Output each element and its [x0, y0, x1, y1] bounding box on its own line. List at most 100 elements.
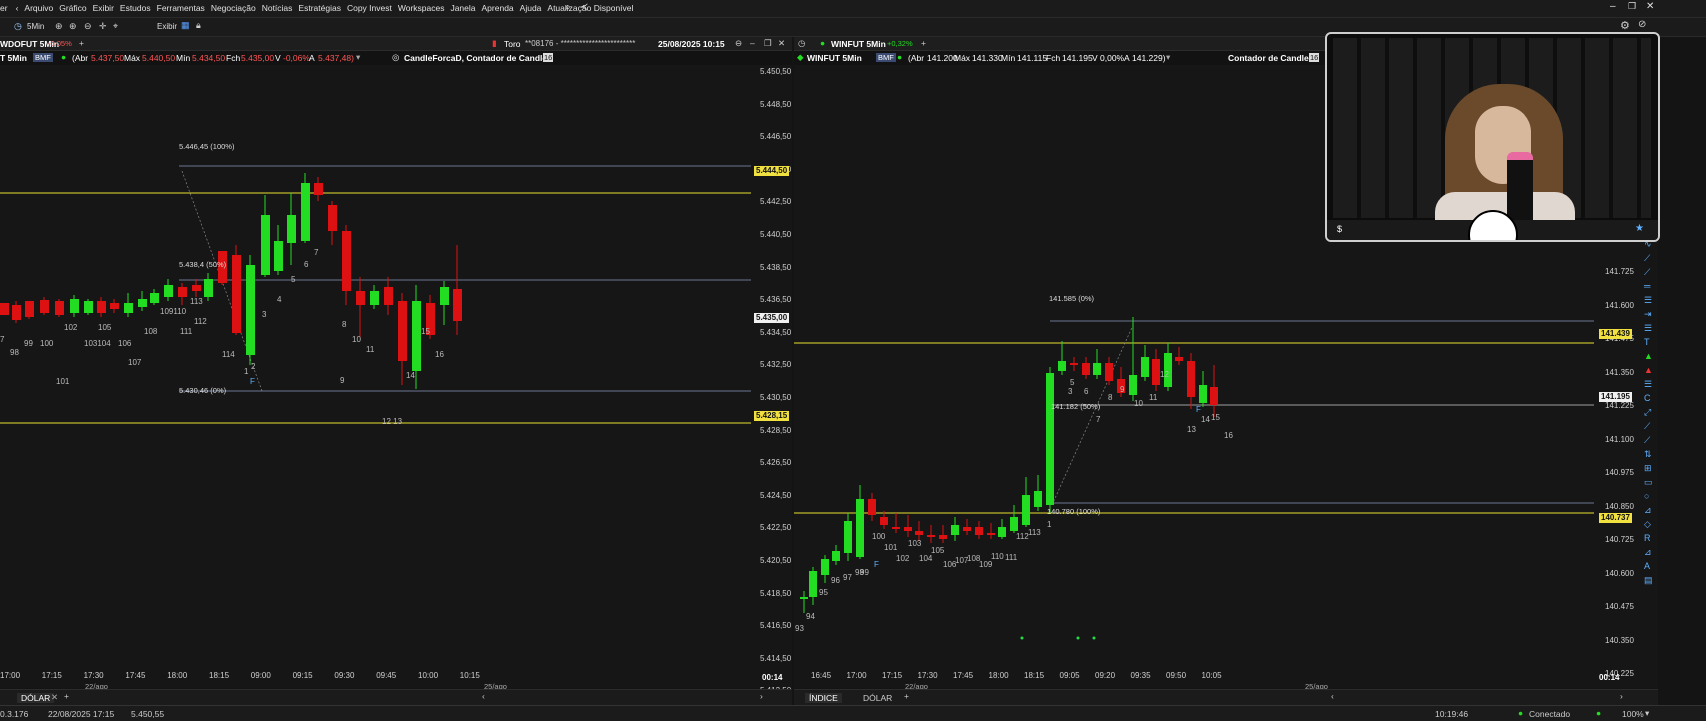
left-bottom-tab-close-icon[interactable]: ✕	[51, 692, 58, 703]
menu-item-0[interactable]: er	[0, 3, 8, 13]
menu-item-10[interactable]: Workspaces	[398, 3, 445, 13]
menu-item-9[interactable]: Copy Invest	[347, 3, 392, 13]
left-status-dot: ●	[61, 52, 67, 62]
zoom-out-icon[interactable]: ⊖	[84, 21, 92, 32]
zoom-in-icon-2[interactable]: ⊕	[69, 21, 77, 32]
drawing-tool-icon[interactable]: C	[1644, 393, 1651, 403]
right-bottom-tab-indice[interactable]: ÍNDICE	[805, 693, 842, 703]
left-study-eye-icon[interactable]: ◎	[392, 52, 399, 63]
drawing-tool-icon[interactable]: R	[1644, 533, 1651, 543]
left-add-tab-icon[interactable]: +	[79, 38, 84, 48]
right-candle-count-label: 109	[979, 560, 993, 569]
right-add-tab-icon[interactable]: +	[921, 38, 926, 48]
menu-item-13[interactable]: Ajuda	[520, 3, 542, 13]
left-candle-body	[97, 301, 106, 313]
pin-icon[interactable]: ⊘	[1638, 19, 1646, 30]
left-candle-body	[314, 183, 323, 195]
broker-name: Toro	[504, 39, 521, 49]
minimize-icon[interactable]: –	[1610, 1, 1616, 12]
close-icon[interactable]: ✕	[1646, 1, 1654, 12]
back-icon[interactable]: ‹	[16, 3, 19, 13]
drawing-tool-icon[interactable]: ▤	[1644, 575, 1653, 586]
status-connection-dot: ●	[1518, 708, 1524, 718]
menu-item-12[interactable]: Aprenda	[482, 3, 514, 13]
drawing-tool-icon[interactable]: ⊿	[1644, 505, 1652, 516]
menu-item-5[interactable]: Ferramentas	[157, 3, 205, 13]
drawing-tool-icon[interactable]: ▲	[1644, 365, 1653, 375]
right-clock-icon[interactable]: ◷	[798, 38, 805, 49]
left-study-settings-icon[interactable]: ▾	[356, 52, 360, 63]
left-scroll-right-icon[interactable]: ›	[760, 691, 763, 701]
drawing-tool-icon[interactable]: ⟋	[1644, 253, 1650, 264]
right-fib-top-label: 141.585 (0%)	[1049, 294, 1095, 303]
menu-item-6[interactable]: Negociação	[211, 3, 256, 13]
interval-button[interactable]: 5Min	[27, 22, 44, 31]
drawing-tool-icon[interactable]: ☰	[1644, 295, 1652, 306]
right-bottom-add-tab-icon[interactable]: +	[904, 691, 909, 701]
left-y-label: 5.418,50	[760, 588, 792, 598]
crosshair-icon[interactable]: ⌖	[113, 21, 118, 32]
right-study-settings-icon[interactable]: ▾	[1166, 52, 1170, 63]
right-x-label: 16:45	[811, 671, 832, 680]
left-pin-icon[interactable]: –	[750, 38, 755, 48]
left-chart-canvas[interactable]	[0, 65, 792, 673]
drawing-tool-icon[interactable]: ⊞	[1644, 463, 1652, 474]
right-candle-count-label: 1	[1047, 520, 1052, 529]
menu-item-14[interactable]: Atualização Disponível	[547, 3, 633, 13]
drawing-tool-icon[interactable]: ☰	[1644, 379, 1652, 390]
right-candle-count-label: 95	[819, 588, 828, 597]
left-scroll-left-icon[interactable]: ‹	[482, 691, 485, 701]
search-icon[interactable]: ⌕	[565, 2, 571, 13]
left-bottom-add-tab-icon[interactable]: +	[64, 691, 69, 701]
cursor-icon[interactable]: ✛	[99, 21, 107, 32]
drawing-tool-icon[interactable]: T	[1644, 337, 1650, 347]
restore-icon[interactable]: ❐	[1628, 1, 1636, 12]
lock-icon[interactable]: 🔒︎	[196, 20, 201, 31]
drawing-tool-icon[interactable]: ▲	[1644, 351, 1653, 361]
drawing-tool-icon[interactable]: ═	[1644, 281, 1650, 291]
gear-icon[interactable]: ⚙	[1620, 19, 1630, 32]
menu-item-2[interactable]: Gráfico	[59, 3, 86, 13]
status-zoom-chevron-icon[interactable]: ▾	[1645, 708, 1649, 719]
drawing-tool-icon[interactable]: ⟋	[1644, 435, 1650, 446]
grid-icon[interactable]: ▦	[181, 20, 190, 31]
right-bottom-tab-dolar[interactable]: DÓLAR	[863, 693, 892, 703]
dollar-icon[interactable]: $	[1337, 224, 1342, 234]
drawing-tool-icon[interactable]: ⟋	[1644, 421, 1650, 432]
drawing-tool-icon[interactable]: ⊿	[1644, 547, 1652, 558]
left-candle-body	[301, 183, 310, 241]
drawing-tool-icon[interactable]: A	[1644, 561, 1650, 571]
menu-item-8[interactable]: Estratégias	[298, 3, 341, 13]
left-minimize-icon[interactable]: ⊖	[735, 38, 742, 49]
menu-item-4[interactable]: Estudos	[120, 3, 151, 13]
zoom-in-icon[interactable]: ⊕	[55, 21, 63, 32]
left-bottom-tab-dolar[interactable]: DÓLAR	[17, 693, 55, 703]
drawing-tool-icon[interactable]: ◇	[1644, 519, 1651, 530]
right-candle-count-label: 102	[896, 554, 910, 563]
drawing-tool-icon[interactable]: ⤢	[1644, 407, 1651, 418]
left-x-label: 18:00	[167, 671, 188, 680]
menu-item-11[interactable]: Janela	[450, 3, 475, 13]
share-icon[interactable]: ≺	[580, 2, 588, 13]
view-button[interactable]: Exibir	[157, 22, 177, 31]
drawing-tool-icon[interactable]: ▭	[1644, 477, 1653, 488]
right-scroll-right-icon[interactable]: ›	[1620, 691, 1623, 701]
drawing-tool-icon[interactable]: ⇅	[1644, 449, 1652, 460]
left-y-label: 5.438,50	[760, 262, 792, 272]
drawing-tool-icon[interactable]: ⇥	[1644, 309, 1652, 320]
clock-icon[interactable]: ◷	[14, 21, 22, 32]
left-restore-icon[interactable]: ❐	[764, 38, 772, 49]
status-zoom[interactable]: 100%	[1622, 709, 1644, 719]
drawing-tool-icon[interactable]: ☰	[1644, 323, 1652, 334]
left-x-label: 10:15	[459, 671, 480, 680]
drawing-tool-icon[interactable]: ○	[1644, 491, 1649, 501]
menu-item-1[interactable]: Arquivo	[24, 3, 53, 13]
menu-item-3[interactable]: Exibir	[93, 3, 114, 13]
menu-item-7[interactable]: Notícias	[262, 3, 293, 13]
right-scroll-left-icon[interactable]: ‹	[1331, 691, 1334, 701]
right-tab-title[interactable]: WINFUT 5Min	[831, 39, 886, 49]
drawing-tool-icon[interactable]: ⟋	[1644, 267, 1650, 278]
left-candle-count-label: 114	[222, 350, 235, 359]
left-close-icon[interactable]: ✕	[778, 38, 785, 49]
star-icon[interactable]: ★	[1635, 223, 1644, 234]
